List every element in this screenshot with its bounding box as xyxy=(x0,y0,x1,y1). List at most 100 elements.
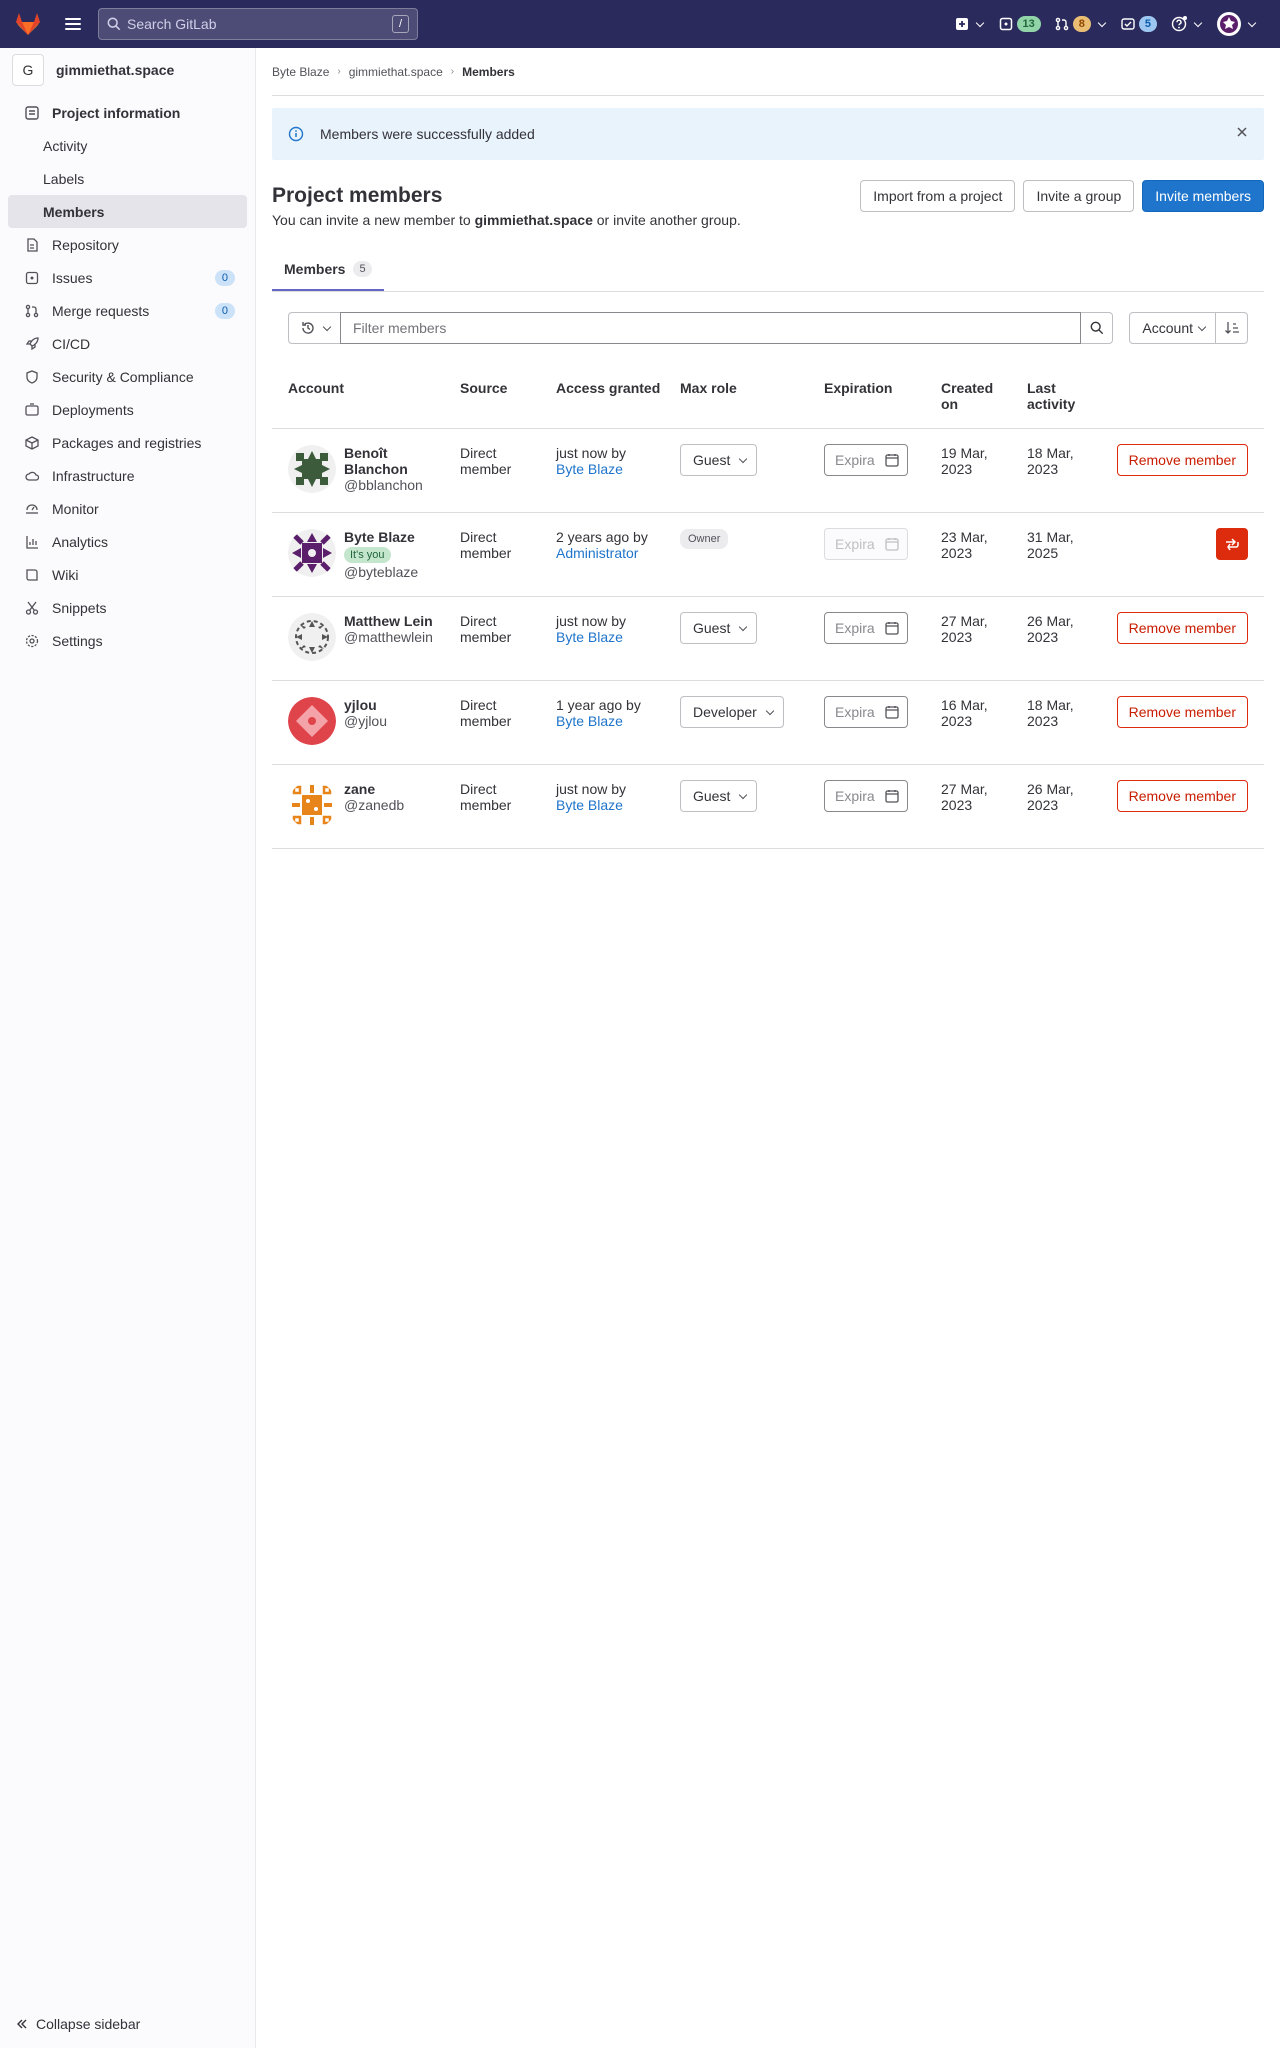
sidebar-item-monitor[interactable]: Monitor xyxy=(8,492,247,525)
expiration-placeholder: Expira xyxy=(835,536,875,552)
user-menu-button[interactable] xyxy=(1210,8,1264,40)
role-label: Guest xyxy=(693,452,731,468)
member-created-on: 19 Mar, 2023 xyxy=(933,428,1019,513)
sidebar-item-security[interactable]: Security & Compliance xyxy=(8,360,247,393)
sidebar-item-deployments[interactable]: Deployments xyxy=(8,393,247,426)
sidebar-item-members[interactable]: Members xyxy=(8,195,247,228)
help-button[interactable] xyxy=(1164,8,1210,40)
granted-by-link[interactable]: Administrator xyxy=(556,545,638,561)
chevron-down-icon xyxy=(1197,322,1207,331)
todos-button[interactable]: 5 xyxy=(1114,8,1164,40)
member-created-on: 23 Mar, 2023 xyxy=(933,512,1019,597)
collapse-sidebar-label: Collapse sidebar xyxy=(36,2016,141,2032)
granted-by-link[interactable]: Byte Blaze xyxy=(556,797,623,813)
sidebar-item-label: Analytics xyxy=(52,533,109,550)
avatar[interactable] xyxy=(288,697,336,745)
collapse-sidebar-button[interactable]: Collapse sidebar xyxy=(16,2016,140,2032)
search-bar[interactable]: Search GitLab / xyxy=(98,8,418,40)
remove-member-button[interactable]: Remove member xyxy=(1116,444,1248,476)
breadcrumb-project[interactable]: gimmiethat.space xyxy=(349,65,443,79)
member-name[interactable]: yjlou xyxy=(344,697,387,713)
avatar[interactable] xyxy=(288,613,336,661)
project-icon xyxy=(24,105,40,121)
sidebar-item-activity[interactable]: Activity xyxy=(8,129,247,162)
new-menu-button[interactable] xyxy=(948,8,992,40)
role-dropdown[interactable]: Guest xyxy=(680,612,758,644)
role-dropdown[interactable]: Developer xyxy=(680,696,784,728)
sidebar-item-project-information[interactable]: Project information xyxy=(8,96,247,129)
member-username: @zanedb xyxy=(344,797,405,813)
column-header-created: Created on xyxy=(933,364,1019,429)
table-header-row: Account Source Access granted Max role E… xyxy=(272,364,1264,429)
import-from-project-button[interactable]: Import from a project xyxy=(860,180,1016,212)
member-username: @yjlou xyxy=(344,713,388,729)
member-source: Direct member xyxy=(452,596,548,681)
sidebar-item-label: Issues xyxy=(52,269,93,286)
invite-group-button[interactable]: Invite a group xyxy=(1023,180,1135,212)
member-name[interactable]: Benoît Blanchon xyxy=(344,445,444,477)
issues-count: 13 xyxy=(1016,16,1041,32)
avatar[interactable] xyxy=(288,445,336,493)
granted-by-link[interactable]: Byte Blaze xyxy=(556,713,623,729)
filter-members-input[interactable] xyxy=(340,312,1082,344)
sidebar-item-analytics[interactable]: Analytics xyxy=(8,525,247,558)
sidebar-item-infrastructure[interactable]: Infrastructure xyxy=(8,459,247,492)
column-header-source: Source xyxy=(452,364,548,429)
recent-searches-button[interactable] xyxy=(288,312,340,344)
role-badge: Owner xyxy=(680,529,729,549)
merge-requests-button[interactable]: 8 xyxy=(1048,8,1114,40)
sidebar-item-cicd[interactable]: CI/CD xyxy=(8,327,247,360)
remove-member-button[interactable]: Remove member xyxy=(1116,696,1248,728)
sidebar-item-label: Deployments xyxy=(52,401,134,418)
granted-by-link[interactable]: Byte Blaze xyxy=(556,629,623,645)
chart-icon xyxy=(24,534,40,550)
main-content: Byte Blaze › gimmiethat.space › Members … xyxy=(272,48,1264,849)
package-icon xyxy=(24,435,40,451)
sort-direction-button[interactable] xyxy=(1216,312,1248,344)
sidebar-item-settings[interactable]: Settings xyxy=(8,624,247,657)
sidebar-project-header[interactable]: G gimmiethat.space xyxy=(0,48,255,92)
issues-button[interactable]: 13 xyxy=(992,8,1048,40)
member-name[interactable]: Byte Blaze xyxy=(344,529,418,545)
breadcrumb-current[interactable]: Members xyxy=(462,65,515,79)
close-icon[interactable] xyxy=(1236,125,1248,143)
role-dropdown[interactable]: Guest xyxy=(680,444,758,476)
sidebar-item-wiki[interactable]: Wiki xyxy=(8,558,247,591)
remove-member-button[interactable]: Remove member xyxy=(1116,780,1248,812)
cloud-gear-icon xyxy=(24,468,40,484)
sidebar-item-labels[interactable]: Labels xyxy=(8,162,247,195)
role-dropdown[interactable]: Guest xyxy=(680,780,758,812)
column-header-access: Access granted xyxy=(548,364,672,429)
member-source: Direct member xyxy=(452,680,548,765)
hamburger-menu-icon[interactable] xyxy=(56,0,90,48)
member-name[interactable]: zane xyxy=(344,781,404,797)
sidebar-item-repository[interactable]: Repository xyxy=(8,228,247,261)
tab-members[interactable]: Members 5 xyxy=(272,248,384,291)
gitlab-logo-icon[interactable] xyxy=(0,0,56,48)
success-alert: Members were successfully added xyxy=(272,108,1264,160)
sidebar-item-snippets[interactable]: Snippets xyxy=(8,591,247,624)
expiration-date-input[interactable]: Expira xyxy=(824,780,908,812)
sidebar-item-label: Merge requests xyxy=(52,302,150,319)
sidebar-item-packages[interactable]: Packages and registries xyxy=(8,426,247,459)
member-source: Direct member xyxy=(452,764,548,849)
invite-members-button[interactable]: Invite members xyxy=(1142,180,1264,212)
expiration-date-input[interactable]: Expira xyxy=(824,444,908,476)
sidebar-item-merge-requests[interactable]: Merge requests 0 xyxy=(8,294,247,327)
remove-member-button[interactable]: Remove member xyxy=(1116,612,1248,644)
member-name[interactable]: Matthew Lein xyxy=(344,613,433,629)
filter-search-button[interactable] xyxy=(1081,312,1114,344)
granted-by-link[interactable]: Byte Blaze xyxy=(556,461,623,477)
expiration-placeholder: Expira xyxy=(835,788,875,804)
expiration-date-input[interactable]: Expira xyxy=(824,696,908,728)
breadcrumb-user[interactable]: Byte Blaze xyxy=(272,65,329,79)
sort-by-dropdown[interactable]: Account xyxy=(1129,312,1216,344)
leave-project-button[interactable] xyxy=(1216,528,1248,560)
sidebar-item-issues[interactable]: Issues 0 xyxy=(8,261,247,294)
question-icon xyxy=(1171,16,1187,32)
avatar[interactable] xyxy=(288,529,336,577)
merge-request-icon xyxy=(1055,17,1069,31)
access-granted-text: just now by xyxy=(556,445,627,461)
avatar[interactable] xyxy=(288,781,336,829)
expiration-date-input[interactable]: Expira xyxy=(824,612,908,644)
